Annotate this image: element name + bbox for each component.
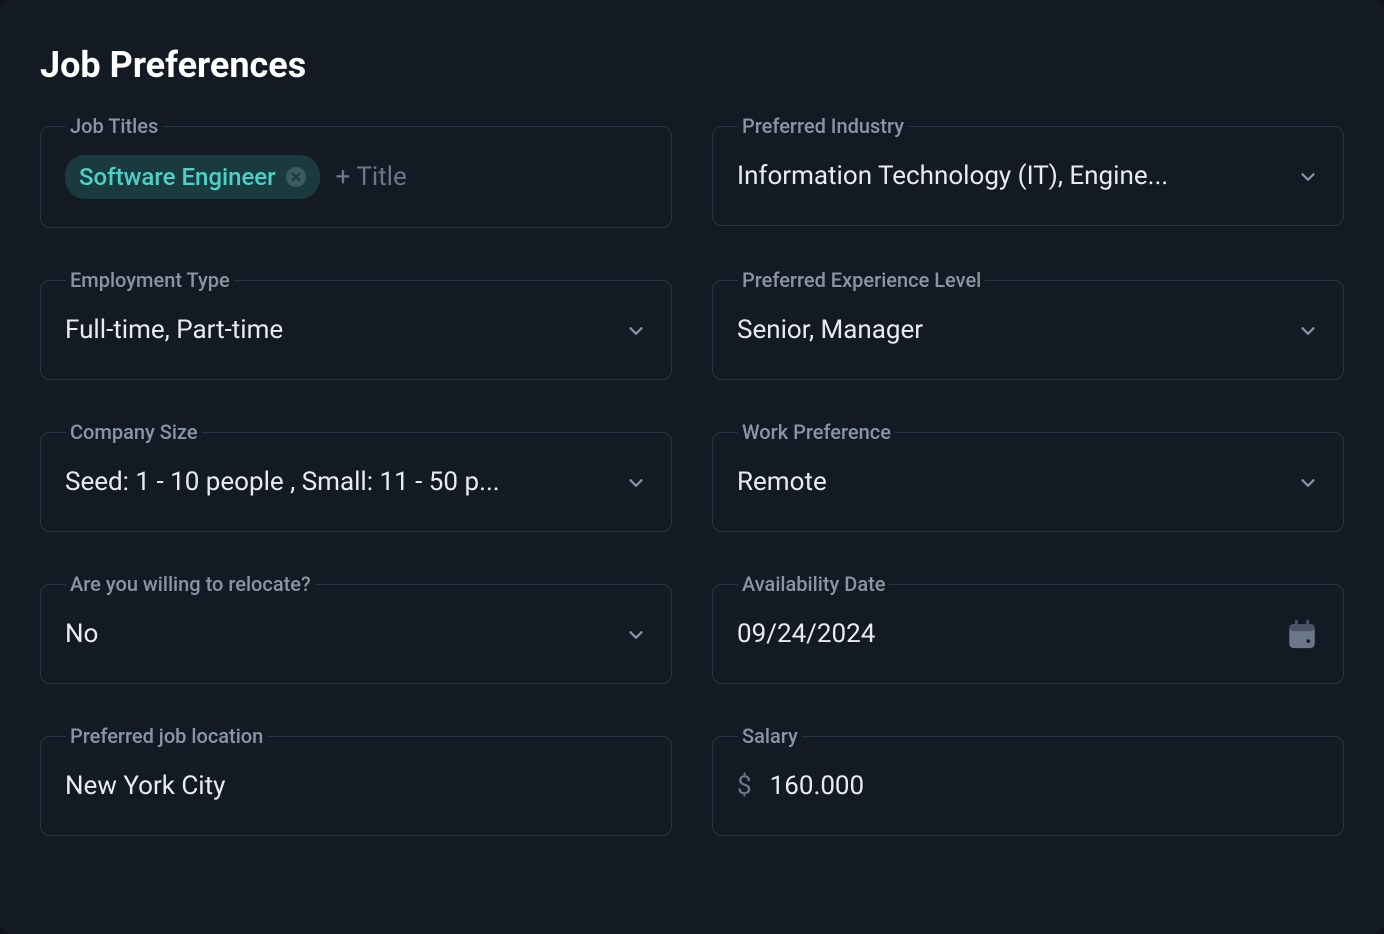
employment-type-select[interactable]: Full-time, Part-time [40,280,672,380]
tag-label: Software Engineer [79,163,276,191]
input-value: 160.000 [770,771,865,801]
page-title: Job Preferences [40,44,1344,86]
chevron-down-icon [1297,471,1319,493]
field-label: Employment Type [66,268,234,292]
experience-level-field: Preferred Experience Level Senior, Manag… [712,280,1344,380]
salary-input[interactable]: $ 160.000 [712,736,1344,836]
tag-remove-button[interactable] [286,167,306,187]
salary-field: Salary $ 160.000 [712,736,1344,836]
job-location-input[interactable]: New York City [40,736,672,836]
calendar-icon[interactable] [1285,617,1319,651]
select-value: Remote [737,467,1281,497]
close-icon [291,172,301,182]
select-value: Information Technology (IT), Engine... [737,161,1281,191]
job-title-tag[interactable]: Software Engineer [65,155,320,199]
date-value: 09/24/2024 [737,619,1269,649]
form-grid: Job Titles Software Engineer + Title [40,126,1344,836]
field-label: Preferred job location [66,724,267,748]
input-value: New York City [65,771,225,801]
chevron-down-icon [625,623,647,645]
preferred-industry-select[interactable]: Information Technology (IT), Engine... [712,126,1344,226]
select-value: No [65,619,609,649]
chevron-down-icon [1297,319,1319,341]
job-title-placeholder[interactable]: + Title [336,162,407,192]
field-label: Preferred Industry [738,114,908,138]
work-preference-field: Work Preference Remote [712,432,1344,532]
job-titles-field: Job Titles Software Engineer + Title [40,126,672,228]
chevron-down-icon [625,319,647,341]
input-row: $ 160.000 [737,771,1319,801]
company-size-field: Company Size Seed: 1 - 10 people , Small… [40,432,672,532]
tags-container: Software Engineer + Title [65,155,407,199]
chevron-down-icon [1297,165,1319,187]
select-value: Seed: 1 - 10 people , Small: 11 - 50 p..… [65,467,609,497]
work-preference-select[interactable]: Remote [712,432,1344,532]
field-label: Availability Date [738,572,889,596]
field-label: Work Preference [738,420,895,444]
select-value: Senior, Manager [737,315,1281,345]
preferred-industry-field: Preferred Industry Information Technolog… [712,126,1344,228]
relocate-field: Are you willing to relocate? No [40,584,672,684]
field-label: Preferred Experience Level [738,268,985,292]
field-label: Are you willing to relocate? [66,572,315,596]
availability-date-field: Availability Date 09/24/2024 [712,584,1344,684]
chevron-down-icon [625,471,647,493]
select-value: Full-time, Part-time [65,315,609,345]
currency-prefix: $ [737,771,752,801]
field-label: Salary [738,724,802,748]
employment-type-field: Employment Type Full-time, Part-time [40,280,672,380]
job-titles-input[interactable]: Software Engineer + Title [40,126,672,228]
company-size-select[interactable]: Seed: 1 - 10 people , Small: 11 - 50 p..… [40,432,672,532]
availability-date-input[interactable]: 09/24/2024 [712,584,1344,684]
job-location-field: Preferred job location New York City [40,736,672,836]
job-preferences-panel: Job Preferences Job Titles Software Engi… [0,0,1384,934]
relocate-select[interactable]: No [40,584,672,684]
field-label: Job Titles [66,114,162,138]
experience-level-select[interactable]: Senior, Manager [712,280,1344,380]
field-label: Company Size [66,420,202,444]
